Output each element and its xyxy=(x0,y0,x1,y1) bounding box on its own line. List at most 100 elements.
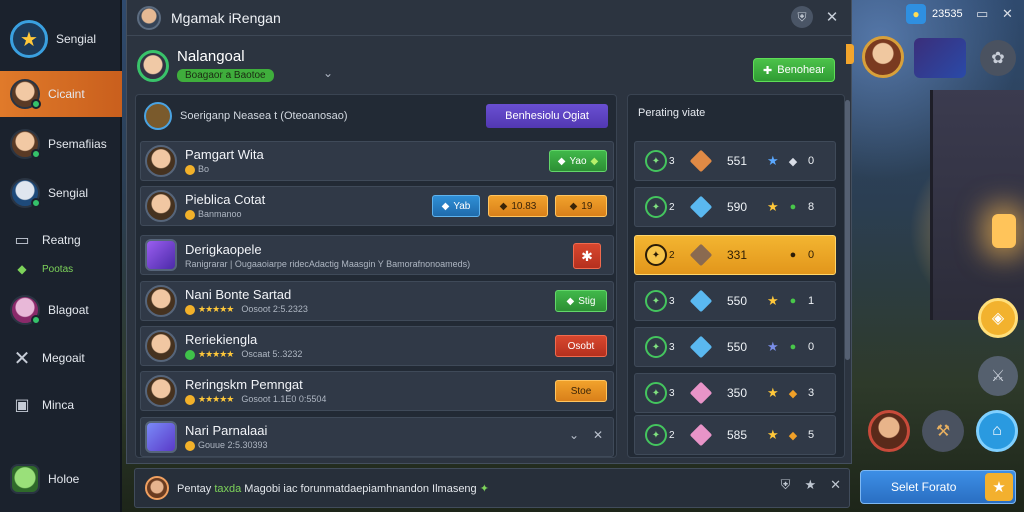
friend-avatar[interactable] xyxy=(868,410,910,452)
row-subtitle: Bo xyxy=(185,164,264,175)
rating-value: 590 xyxy=(727,200,748,214)
coin-icon xyxy=(185,164,195,175)
row-name: Nari Parnalaai xyxy=(185,423,268,439)
list-item[interactable]: Derigkaopele Ranigrarar | Ougaaoiarpe ri… xyxy=(140,235,614,275)
row-subtitle: Ranigrarar | Ougaaoiarpe ridecAdactig Ma… xyxy=(185,258,471,269)
close-icon[interactable]: ✕ xyxy=(1002,6,1013,22)
benhesiolu-ogiat-button[interactable]: Benhesiolu Ogiat xyxy=(486,104,608,128)
row-name: Pieblica Cotat xyxy=(185,192,266,208)
chat-bar[interactable]: Pentay taxda Magobi iac forunmatdaepiamh… xyxy=(134,468,850,508)
avatar xyxy=(145,375,177,407)
sidebar-item-reatng[interactable]: ▭ Reatng xyxy=(0,222,122,258)
select-button[interactable]: Selet Forato ★ xyxy=(860,470,1016,504)
list-item[interactable]: Pamgart Wita Bo ◆ Yao ◆ xyxy=(140,141,614,181)
star-rating: ★★★★★ xyxy=(198,394,234,404)
list-item[interactable]: Reriekiengla ★★★★★ Oscaat 5:.3232 Osobt xyxy=(140,326,614,366)
button-label: Selet Forato xyxy=(891,480,957,494)
row-action-button[interactable]: ◆ Stig xyxy=(555,290,607,312)
row-action-button[interactable]: Osobt xyxy=(555,335,607,357)
sidebar-item-cicaint[interactable]: Cicaint xyxy=(0,71,122,117)
sidebar-item-megoait[interactable]: ✕ Megoait xyxy=(0,335,122,381)
hammer-icon[interactable]: ⚒ xyxy=(922,410,964,452)
profile-header: Nalangoal Boagaor a Baotoe xyxy=(137,48,274,83)
close-icon[interactable]: ✕ xyxy=(821,6,843,28)
tag-icon[interactable]: ◈ xyxy=(978,298,1018,338)
side-tab[interactable] xyxy=(846,44,854,64)
sidebar-item-label: Megoait xyxy=(42,351,85,365)
close-icon[interactable]: ✕ xyxy=(830,477,841,493)
gem-icon xyxy=(145,421,177,453)
row-action-button[interactable]: ◆ Yao ◆ xyxy=(549,150,607,172)
rank-badge-icon: ✦ xyxy=(645,336,667,358)
currency-amount: 23535 xyxy=(932,8,963,20)
left-sidebar: ★ Sengial Cicaint Psemafiias Sengial ▭ R… xyxy=(0,0,122,512)
hero-avatar[interactable] xyxy=(862,36,904,78)
rating-row[interactable]: ✦ 3 550 ★ ● 1 xyxy=(634,281,836,321)
house-building xyxy=(930,90,1024,320)
puzzle-icon[interactable]: ✱ xyxy=(573,243,601,269)
sidebar-item-sengial[interactable]: ★ Sengial xyxy=(0,16,122,62)
rating-row[interactable]: ✦ 3 551 ★ ◆ 0 xyxy=(634,141,836,181)
sidebar-item-label: Psemafiias xyxy=(48,137,107,151)
diamond-icon: ◆ xyxy=(566,295,575,307)
rating-row[interactable]: ✦ 2 590 ★ ● 8 xyxy=(634,187,836,227)
list-item[interactable]: Pieblica Cotat Banmanoo ◆ Yab ◆ 10.83 ◆ 19 xyxy=(140,186,614,226)
list-item[interactable]: Nani Bonte Sartad ★★★★★ Oosoot 2:5.2323 ◆… xyxy=(140,281,614,321)
row-action-button[interactable]: ◆ 10.83 xyxy=(488,195,548,217)
sidebar-item-pootas[interactable]: ◆ Pootas xyxy=(0,254,122,284)
avatar xyxy=(137,5,161,30)
star-badge-icon: ★ xyxy=(10,20,48,58)
settings-icon[interactable]: ✿ xyxy=(980,40,1016,76)
rating-count: 5 xyxy=(807,429,815,441)
rating-row[interactable]: ✦ 2 331 ● 0 xyxy=(634,235,836,275)
row-action-button[interactable]: ◆ Yab xyxy=(432,195,480,217)
list-item[interactable]: Reringskm Pemngat ★★★★★ Gosoot 1.1E0 0:55… xyxy=(140,371,614,411)
chat-text: Magobi iac forunmatdaepiamhnandon Ilmase… xyxy=(244,482,477,495)
coin-icon: ● xyxy=(906,4,926,24)
currency-display[interactable]: ● 23535 xyxy=(906,4,963,24)
star-rating: ★★★★★ xyxy=(198,304,234,314)
online-dot xyxy=(31,149,41,159)
event-banner-icon[interactable] xyxy=(914,38,966,78)
row-subtitle-text: Gouue 2:5.30393 xyxy=(198,440,268,451)
shield-icon[interactable]: ⛨ xyxy=(781,477,791,493)
coin-icon xyxy=(185,349,195,360)
online-dot xyxy=(31,198,41,208)
star-icon[interactable]: ★ xyxy=(804,477,816,493)
dot-icon: ● xyxy=(789,295,797,307)
benohear-button[interactable]: ✚ Benohear xyxy=(753,58,835,82)
sword-icon[interactable]: ⚔ xyxy=(978,356,1018,396)
sidebar-item-minca[interactable]: ▣ Minca xyxy=(0,382,122,428)
scrollbar[interactable] xyxy=(845,100,850,360)
street-lamp xyxy=(992,214,1016,248)
chevron-down-icon[interactable]: ⌄ xyxy=(323,66,333,80)
minimize-icon[interactable]: ▭ xyxy=(976,6,988,22)
sidebar-item-sengial-2[interactable]: Sengial xyxy=(0,170,122,216)
star-icon: ★ xyxy=(767,153,779,168)
rank-badge-icon: ✦ xyxy=(645,290,667,312)
row-subtitle-text: Banmanoo xyxy=(198,209,242,220)
rating-row[interactable]: ✦ 2 585 ★ ◆ 5 xyxy=(634,415,836,455)
sidebar-item-holoe[interactable]: Holoe xyxy=(0,456,122,502)
chevron-down-icon[interactable]: ⌄ xyxy=(569,428,579,442)
cube-icon xyxy=(689,423,713,447)
rating-value: 350 xyxy=(727,386,748,400)
avatar xyxy=(145,476,169,500)
rating-row[interactable]: ✦ 3 350 ★ ◆ 3 xyxy=(634,373,836,413)
rating-value: 585 xyxy=(727,428,748,442)
online-dot xyxy=(31,315,41,325)
sidebar-item-psemafiias[interactable]: Psemafiias xyxy=(0,121,122,167)
shield-icon[interactable]: ⛨ xyxy=(791,6,813,28)
rating-value: 331 xyxy=(727,248,748,262)
sidebar-item-label: Sengial xyxy=(56,32,97,46)
row-action-button[interactable]: ◆ 19 xyxy=(555,195,607,217)
rating-row[interactable]: ✦ 3 550 ★ ● 0 xyxy=(634,327,836,367)
rating-count: 0 xyxy=(807,249,815,261)
row-action-button[interactable]: Stoe xyxy=(555,380,607,402)
list-item[interactable]: Nari Parnalaai Gouue 2:5.30393 ⌄ ✕ xyxy=(140,417,614,457)
close-icon[interactable]: ✕ xyxy=(593,428,603,442)
profile-name: Nalangoal xyxy=(177,48,245,65)
sidebar-item-blagoat[interactable]: Blagoat xyxy=(0,287,122,333)
row-subtitle: ★★★★★ Gosoot 1.1E0 0:5504 xyxy=(185,394,326,405)
home-icon[interactable]: ⌂ xyxy=(976,410,1018,452)
